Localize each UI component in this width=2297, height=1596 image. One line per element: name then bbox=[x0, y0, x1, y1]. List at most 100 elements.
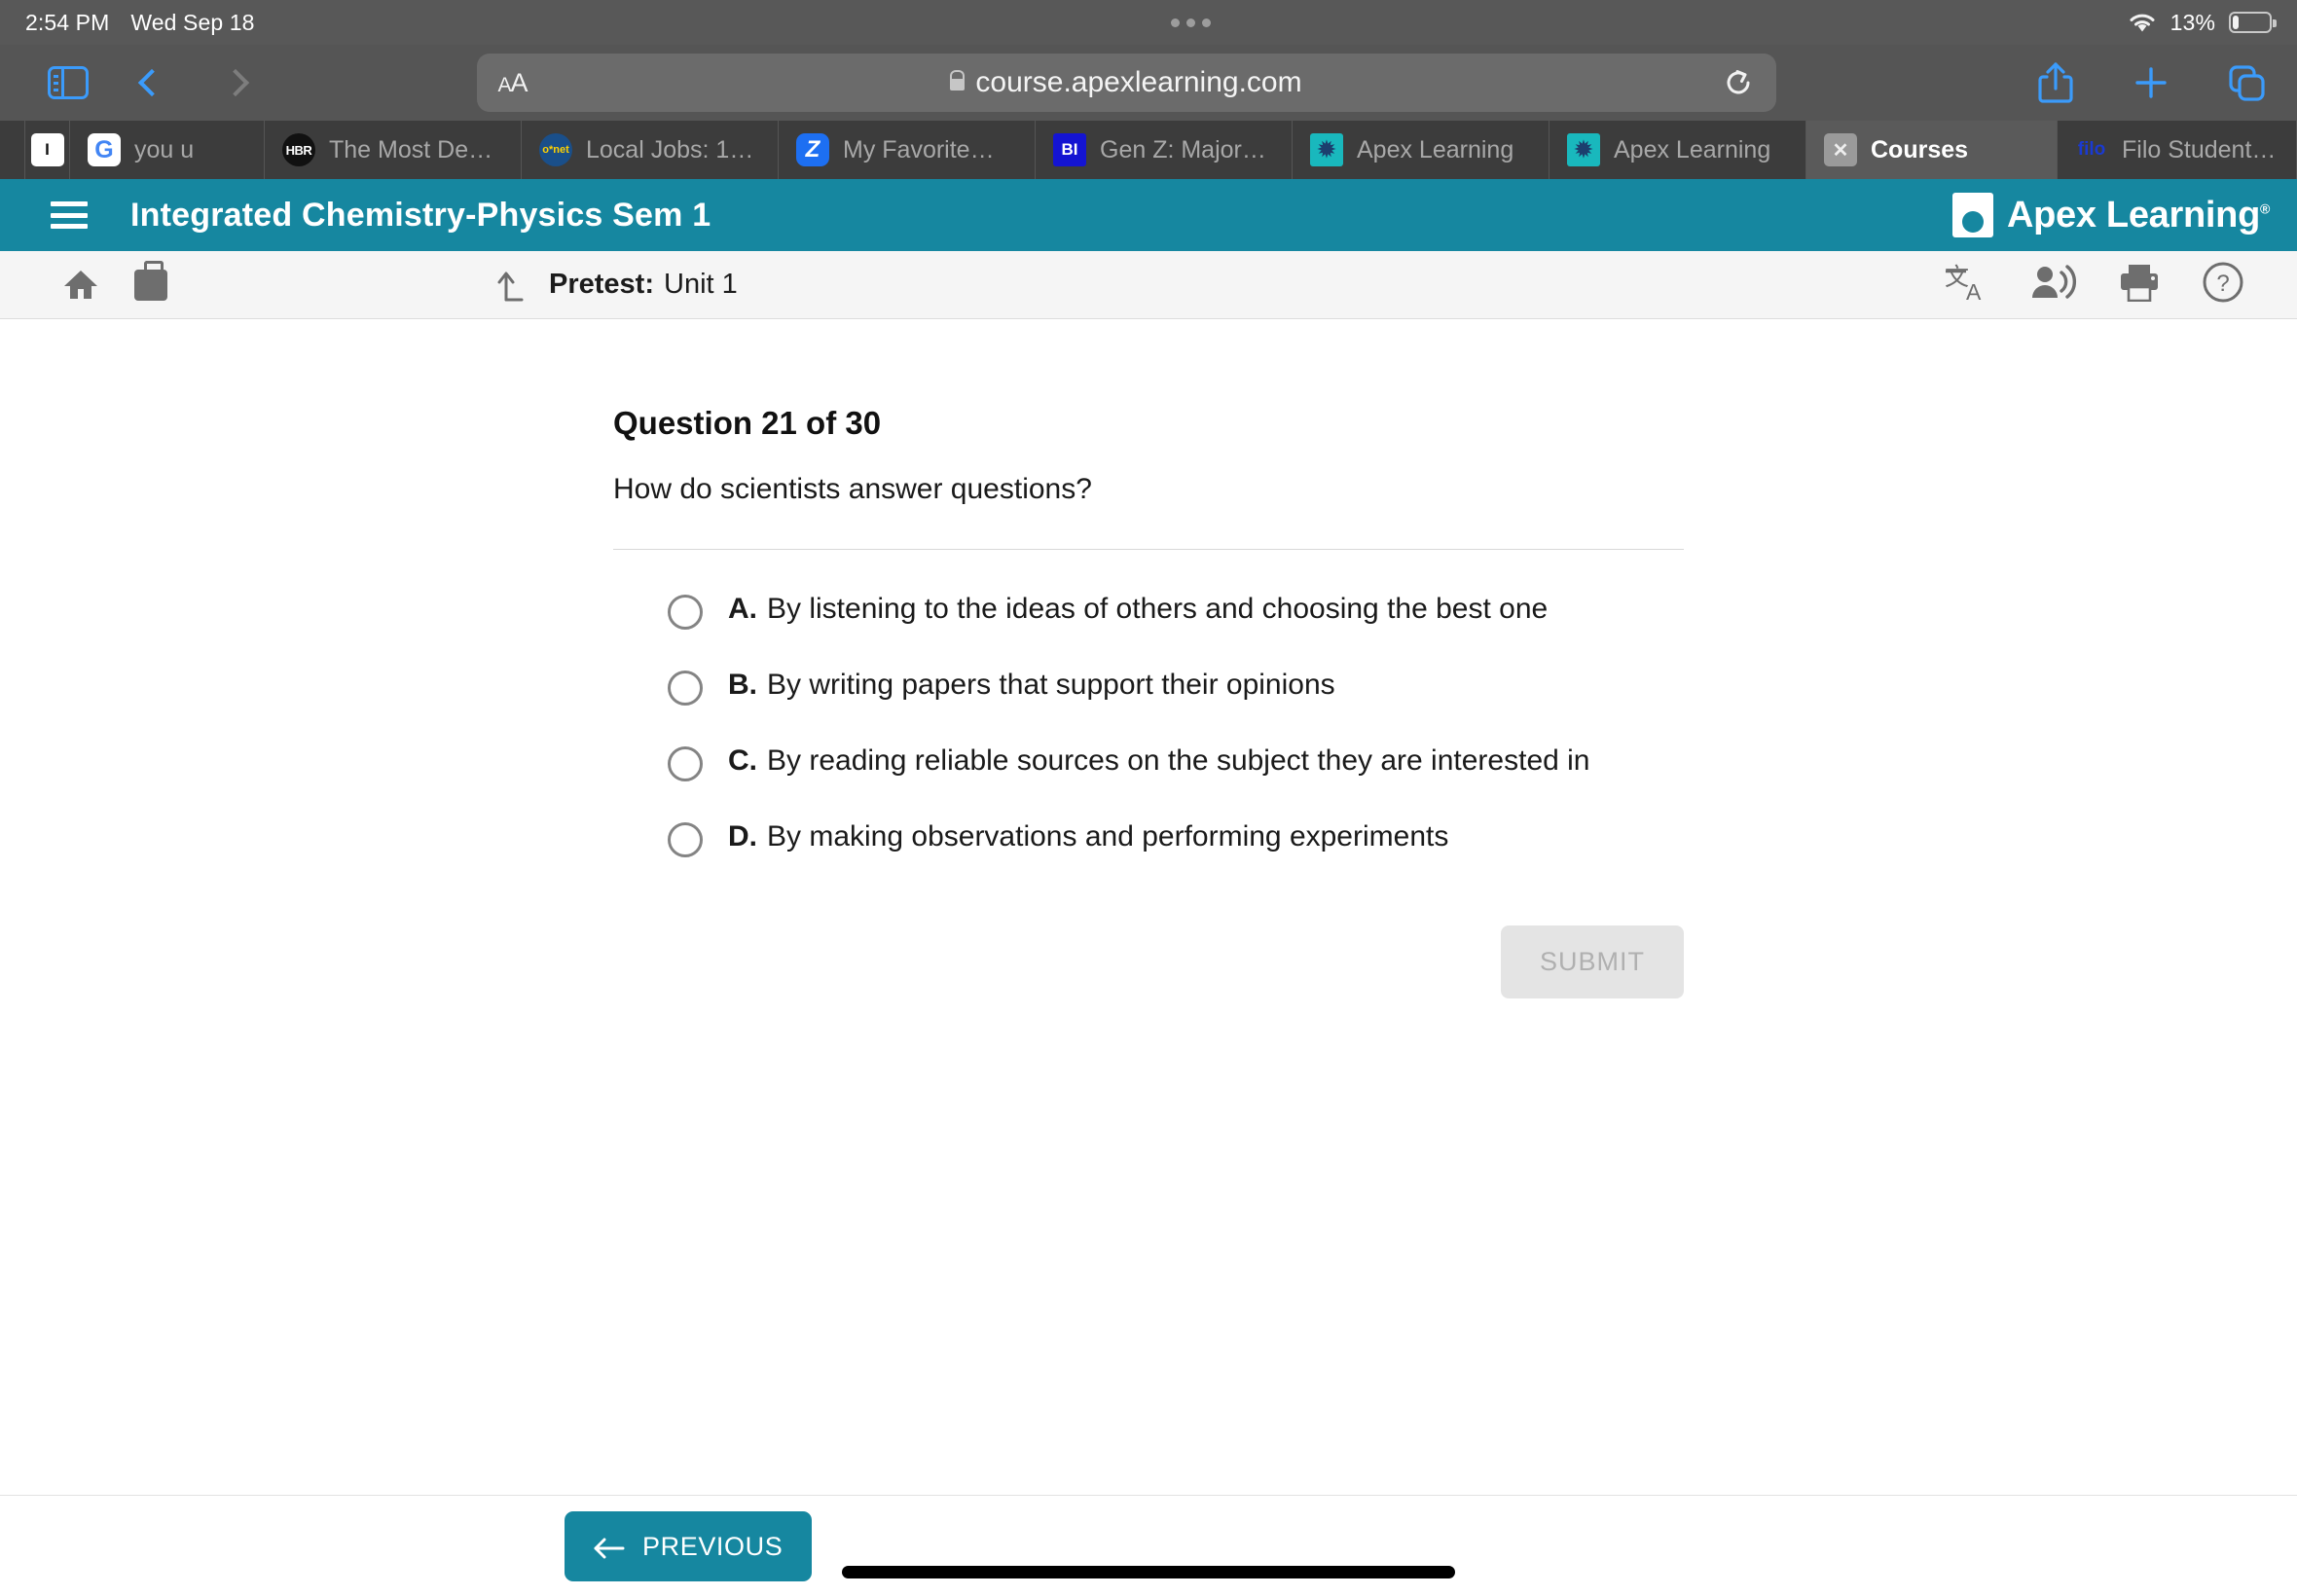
answer-option-b[interactable]: B. By writing papers that support their o… bbox=[668, 667, 1684, 706]
answer-option-d[interactable]: D. By making observations and performing … bbox=[668, 818, 1684, 857]
radio-button-c[interactable] bbox=[668, 746, 703, 781]
status-time: 2:54 PM bbox=[25, 9, 110, 35]
blank-page-icon: I bbox=[30, 133, 64, 166]
tab-label: Gen Z: Major… bbox=[1100, 135, 1266, 163]
status-bar-left: 2:54 PM Wed Sep 18 bbox=[25, 10, 255, 36]
read-aloud-icon[interactable] bbox=[2030, 263, 2077, 307]
hamburger-menu-icon[interactable] bbox=[51, 201, 88, 229]
tab-item[interactable]: Z My Favorite… bbox=[779, 121, 1036, 179]
option-text: By listening to the ideas of others and … bbox=[767, 593, 1549, 625]
tab-label: you u bbox=[134, 135, 195, 163]
tab-item[interactable]: ✹ Apex Learning bbox=[1550, 121, 1806, 179]
apex-learning-icon: ✹ bbox=[1310, 133, 1343, 166]
tab-label: My Favorite… bbox=[843, 135, 995, 163]
reload-icon[interactable] bbox=[1722, 66, 1755, 99]
activity-toolbar: Pretest: Unit 1 文 A ? bbox=[0, 251, 2297, 319]
submit-row: SUBMIT bbox=[613, 925, 1684, 998]
filo-icon: filo bbox=[2077, 139, 2106, 160]
divider bbox=[613, 549, 1684, 550]
share-icon[interactable] bbox=[2030, 57, 2081, 108]
tab-item-active[interactable]: ✕ Courses bbox=[1806, 121, 2058, 179]
status-bar: 2:54 PM Wed Sep 18 13% bbox=[0, 0, 2297, 45]
lock-icon bbox=[950, 69, 966, 91]
sidebar-toggle-icon[interactable] bbox=[43, 57, 93, 108]
question-card: Question 21 of 30 How do scientists answ… bbox=[613, 319, 1684, 998]
option-letter: C. bbox=[728, 744, 757, 777]
plus-icon[interactable] bbox=[2126, 57, 2176, 108]
tab-item[interactable]: filo Filo Student:… bbox=[2058, 121, 2297, 179]
zillow-icon: Z bbox=[796, 133, 829, 166]
breadcrumb: Pretest: Unit 1 bbox=[496, 269, 738, 302]
tab-item[interactable]: BI Gen Z: Major… bbox=[1036, 121, 1293, 179]
footer-navigation: PREVIOUS bbox=[0, 1495, 2297, 1596]
tab-item[interactable]: o*net Local Jobs: 1… bbox=[522, 121, 779, 179]
breadcrumb-value: Unit 1 bbox=[664, 269, 738, 300]
up-level-icon[interactable] bbox=[496, 269, 528, 302]
activity-toolbar-left bbox=[39, 260, 167, 301]
help-icon[interactable]: ? bbox=[2202, 261, 2244, 308]
close-tab-icon[interactable]: ✕ bbox=[1824, 133, 1857, 166]
tab-item[interactable]: I bbox=[25, 121, 70, 179]
briefcase-icon[interactable] bbox=[134, 260, 167, 301]
home-icon[interactable] bbox=[62, 269, 99, 301]
question-content: Question 21 of 30 How do scientists answ… bbox=[0, 319, 2297, 1516]
brand-name: Apex Learning bbox=[2006, 194, 2260, 236]
address-bar[interactable]: AAAA course.apexlearning.com bbox=[476, 54, 1776, 112]
question-prompt: How do scientists answer questions? bbox=[613, 473, 1092, 505]
previous-button[interactable]: PREVIOUS bbox=[565, 1511, 813, 1581]
svg-text:A: A bbox=[1966, 279, 1982, 303]
battery-low-icon bbox=[2229, 12, 2277, 33]
tab-label: Courses bbox=[1871, 135, 1969, 163]
tabs-overview-icon[interactable] bbox=[2221, 57, 2272, 108]
tab-label: Filo Student:… bbox=[2122, 135, 2279, 163]
radio-button-d[interactable] bbox=[668, 822, 703, 857]
print-icon[interactable] bbox=[2118, 263, 2161, 307]
option-letter: B. bbox=[728, 669, 757, 701]
breadcrumb-label: Pretest: bbox=[549, 269, 654, 300]
status-date: Wed Sep 18 bbox=[130, 9, 255, 35]
home-indicator[interactable] bbox=[842, 1566, 1455, 1578]
text-size-button[interactable]: AAAA bbox=[498, 68, 529, 98]
google-icon: G bbox=[88, 133, 121, 166]
option-text: By writing papers that support their opi… bbox=[767, 669, 1335, 701]
tab-item[interactable]: HBR The Most De… bbox=[265, 121, 522, 179]
safari-action-icons bbox=[1991, 57, 2272, 108]
business-insider-icon: BI bbox=[1053, 133, 1086, 166]
option-letter: A. bbox=[728, 593, 757, 625]
apex-learning-logo[interactable]: Apex Learning® bbox=[1951, 193, 2270, 237]
option-text: By making observations and performing ex… bbox=[767, 820, 1449, 852]
answer-option-a[interactable]: A. By listening to the ideas of others an… bbox=[668, 591, 1684, 630]
tab-strip: I G you u HBR The Most De… o*net Local J… bbox=[0, 121, 2297, 179]
ipad-screen: 2:54 PM Wed Sep 18 13% A A course.apexle… bbox=[0, 0, 2297, 1596]
tab-strip-edge bbox=[0, 121, 25, 179]
multitask-dots[interactable] bbox=[1171, 18, 1212, 27]
option-letter: D. bbox=[728, 820, 757, 852]
brand-trademark: ® bbox=[2259, 200, 2270, 216]
page-title: Integrated Chemistry-Physics Sem 1 bbox=[130, 196, 711, 234]
address-bar-url-group: course.apexlearning.com bbox=[477, 66, 1776, 99]
status-bar-right: 13% bbox=[2128, 10, 2277, 36]
app-header: Integrated Chemistry-Physics Sem 1 Apex … bbox=[0, 179, 2297, 251]
option-text: By reading reliable sources on the subje… bbox=[767, 744, 1590, 777]
translate-icon[interactable]: 文 A bbox=[1945, 262, 1989, 308]
tab-label: Local Jobs: 1… bbox=[586, 135, 754, 163]
onet-icon: o*net bbox=[539, 133, 572, 166]
tab-item[interactable]: G you u bbox=[70, 121, 265, 179]
radio-button-a[interactable] bbox=[668, 595, 703, 630]
wifi-icon bbox=[2128, 12, 2157, 33]
question-heading: Question 21 of 30 bbox=[613, 405, 882, 441]
hbr-icon: HBR bbox=[282, 133, 315, 166]
chevron-left-icon[interactable] bbox=[127, 57, 177, 108]
svg-text:?: ? bbox=[2216, 271, 2229, 297]
safari-toolbar: AAAA course.apexlearning.com bbox=[0, 45, 2297, 121]
submit-button[interactable]: SUBMIT bbox=[1500, 925, 1684, 998]
answer-option-c[interactable]: C. By reading reliable sources on the sub… bbox=[668, 743, 1684, 781]
chevron-right-icon[interactable] bbox=[210, 57, 261, 108]
radio-button-b[interactable] bbox=[668, 671, 703, 706]
tab-item[interactable]: ✹ Apex Learning bbox=[1293, 121, 1550, 179]
previous-button-label: PREVIOUS bbox=[642, 1531, 784, 1561]
arrow-left-icon bbox=[594, 1536, 625, 1559]
tab-label: The Most De… bbox=[329, 135, 493, 163]
answer-options: A. By listening to the ideas of others an… bbox=[613, 591, 1684, 857]
apex-learning-icon: ✹ bbox=[1567, 133, 1600, 166]
